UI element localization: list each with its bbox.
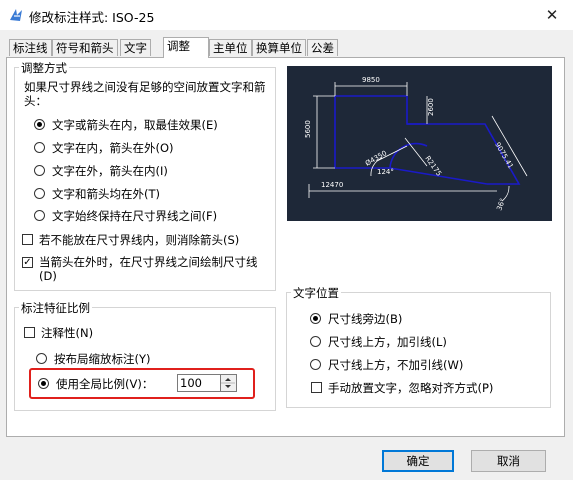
draw-dimline-label: 当箭头在外时，在尺寸界线之间绘制尺寸线(D) [39, 255, 258, 283]
scale-to-layout-label: 按布局缩放标注(Y) [54, 352, 151, 366]
suppress-arrows-label: 若不能放在尺寸界线内，则消除箭头(S) [39, 233, 240, 247]
radio-scale-to-layout[interactable] [36, 353, 47, 364]
tab-symbols-arrows[interactable]: 符号和箭头 [52, 39, 118, 56]
radio-over-without-leader[interactable] [310, 359, 321, 370]
text-placement-title: 文字位置 [291, 285, 341, 301]
option-label: 文字始终保持在尺寸界线之间(F) [52, 209, 218, 223]
radio-text-or-arrows-best-fit[interactable] [34, 119, 45, 130]
radio-beside-dimline[interactable] [310, 313, 321, 324]
tab-alternate-units[interactable]: 换算单位 [252, 39, 306, 56]
text-option-label: 尺寸线上方，不加引线(W) [328, 358, 464, 372]
tab-text[interactable]: 文字 [120, 39, 151, 56]
tab-primary-units[interactable]: 主单位 [209, 39, 252, 56]
close-button[interactable]: ✕ [540, 4, 564, 26]
radio-both-outside[interactable] [34, 188, 45, 199]
dimension-preview: 9850 5600 2600 9075.41 R2175 Ø4350 124° … [287, 66, 552, 221]
annotative-label: 注释性(N) [41, 326, 94, 340]
window-title: 修改标注样式: ISO-25 [29, 10, 155, 25]
cancel-button[interactable]: 取消 [471, 450, 546, 472]
text-option-label: 尺寸线上方，加引线(L) [328, 335, 447, 349]
tab-fit[interactable]: 调整 [163, 37, 209, 58]
tab-tolerances[interactable]: 公差 [307, 39, 338, 56]
preview-label: 5600 [304, 120, 312, 138]
radio-text-always-between[interactable] [34, 210, 45, 221]
text-option-label: 尺寸线旁边(B) [328, 312, 403, 326]
suppress-arrows-checkbox[interactable] [22, 234, 33, 245]
option-label: 文字在外，箭头在内(I) [52, 164, 168, 178]
radio-text-in-arrows-out[interactable] [34, 142, 45, 153]
annotation-highlight [29, 368, 255, 399]
option-label: 文字和箭头均在外(T) [52, 187, 160, 201]
option-label: 文字或箭头在内，取最佳效果(E) [52, 118, 218, 132]
radio-text-out-arrows-in[interactable] [34, 165, 45, 176]
manual-placement-checkbox[interactable] [311, 382, 322, 393]
preview-label: 2600 [427, 98, 435, 116]
close-icon: ✕ [545, 6, 559, 24]
manual-placement-label: 手动放置文字，忽略对齐方式(P) [328, 381, 494, 395]
option-label: 文字在内，箭头在外(O) [52, 141, 174, 155]
preview-label: 124° [377, 168, 394, 176]
scale-features-title: 标注特征比例 [19, 300, 92, 316]
fit-description: 如果尺寸界线之间没有足够的空间放置文字和箭头： [24, 80, 266, 108]
draw-dimline-checkbox[interactable]: ✓ [22, 257, 33, 268]
title-bar: 修改标注样式: ISO-25 ✕ [0, 0, 573, 30]
fit-options-title: 调整方式 [19, 60, 69, 76]
annotative-checkbox[interactable] [24, 327, 35, 338]
radio-over-with-leader[interactable] [310, 336, 321, 347]
tab-dimension-lines[interactable]: 标注线 [9, 39, 52, 56]
app-icon [10, 9, 22, 21]
preview-label: 12470 [321, 181, 343, 189]
ok-button[interactable]: 确定 [382, 450, 454, 472]
preview-label: 9850 [362, 76, 380, 84]
